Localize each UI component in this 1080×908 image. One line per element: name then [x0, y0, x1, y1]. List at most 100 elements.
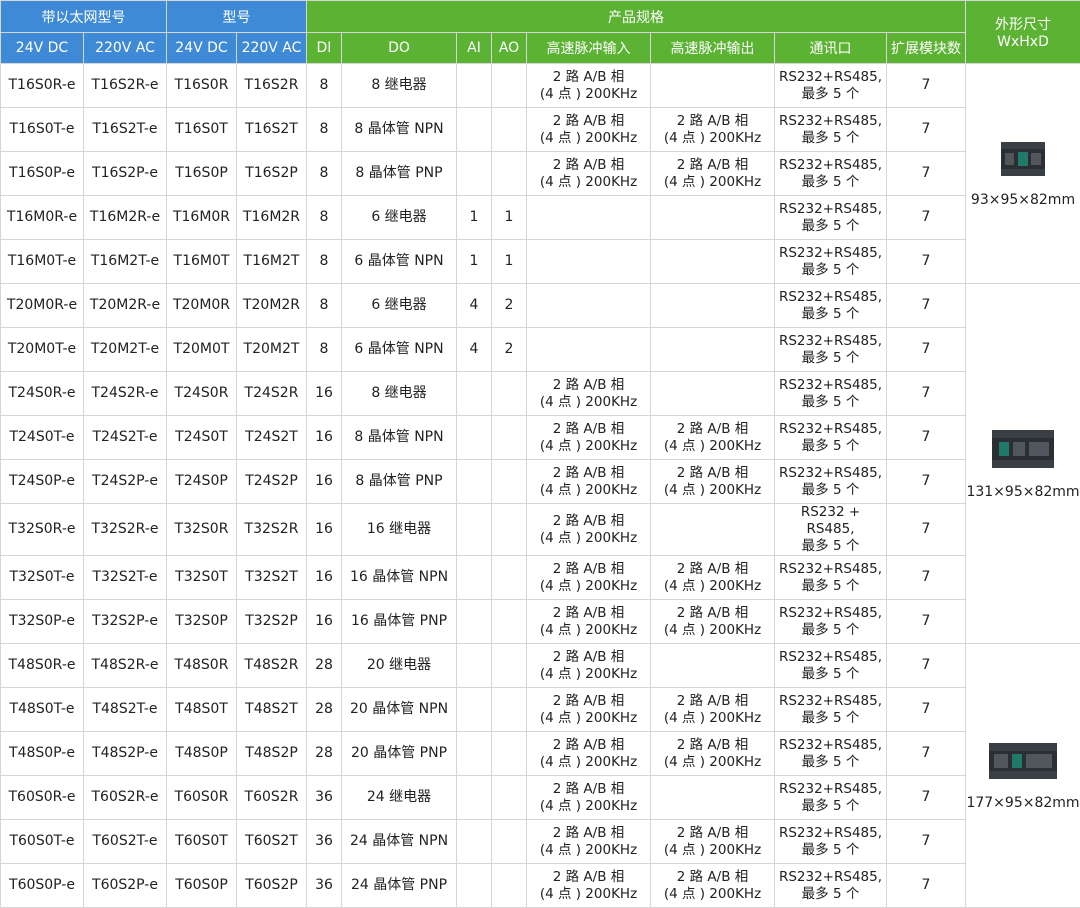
cell-hs-out — [651, 240, 775, 284]
table-row: T24S0T-eT24S2T-eT24S0TT24S2T168 晶体管 NPN2… — [1, 416, 1080, 460]
cell-hs-out: 2 路 A/B 相(4 点 ) 200KHz — [651, 556, 775, 600]
cell-hs-in-line1: 2 路 A/B 相 — [527, 465, 650, 482]
cell-hs-in: 2 路 A/B 相(4 点 ) 200KHz — [527, 556, 651, 600]
cell-di: 36 — [307, 864, 342, 908]
cell-hs-in: 2 路 A/B 相(4 点 ) 200KHz — [527, 776, 651, 820]
cell-hs-in-line2: (4 点 ) 200KHz — [527, 666, 650, 683]
cell-eth-24v: T32S0P-e — [1, 600, 84, 644]
cell-do: 16 晶体管 PNP — [342, 600, 457, 644]
cell-ai — [457, 556, 492, 600]
cell-ai — [457, 504, 492, 556]
cell-comm-line1: RS232+RS485, — [775, 649, 886, 666]
cell-hs-in-line1: 2 路 A/B 相 — [527, 605, 650, 622]
cell-eth-24v: T48S0R-e — [1, 644, 84, 688]
cell-comm-line1: RS232+RS485, — [775, 377, 886, 394]
cell-model-24v: T24S0R — [167, 372, 237, 416]
cell-model-220v: T16S2T — [237, 108, 307, 152]
cell-ao — [492, 600, 527, 644]
cell-di: 28 — [307, 644, 342, 688]
header-model-24v: 24V DC — [167, 33, 237, 64]
plc-spec-table: 带以太网型号 型号 产品规格 外形尺寸 WxHxD 24V DC 220V AC… — [0, 0, 1080, 908]
cell-eth-220v: T16S2R-e — [84, 64, 167, 108]
cell-eth-220v: T16M2R-e — [84, 196, 167, 240]
cell-ao: 2 — [492, 328, 527, 372]
cell-ext: 7 — [887, 776, 966, 820]
cell-ext: 7 — [887, 820, 966, 864]
cell-hs-in-line1: 2 路 A/B 相 — [527, 113, 650, 130]
cell-hs-in: 2 路 A/B 相(4 点 ) 200KHz — [527, 504, 651, 556]
cell-model-24v: T24S0P — [167, 460, 237, 504]
cell-hs-in-line1: 2 路 A/B 相 — [527, 513, 650, 530]
cell-ao — [492, 864, 527, 908]
cell-model-24v: T32S0R — [167, 504, 237, 556]
cell-comm: RS232+RS485,最多 5 个 — [775, 64, 887, 108]
cell-ao: 2 — [492, 284, 527, 328]
cell-hs-in-line2: (4 点 ) 200KHz — [527, 394, 650, 411]
cell-comm-line2: 最多 5 个 — [775, 350, 886, 367]
cell-ao — [492, 64, 527, 108]
header-hs-in: 高速脉冲输入 — [527, 33, 651, 64]
cell-comm-line2: 最多 5 个 — [775, 394, 886, 411]
cell-eth-220v: T60S2T-e — [84, 820, 167, 864]
cell-do: 8 晶体管 NPN — [342, 416, 457, 460]
cell-hs-out: 2 路 A/B 相(4 点 ) 200KHz — [651, 152, 775, 196]
cell-eth-220v: T60S2P-e — [84, 864, 167, 908]
cell-model-220v: T32S2T — [237, 556, 307, 600]
cell-di: 16 — [307, 556, 342, 600]
cell-ao — [492, 732, 527, 776]
cell-di: 8 — [307, 196, 342, 240]
cell-hs-out-line2: (4 点 ) 200KHz — [651, 578, 774, 595]
cell-hs-out — [651, 64, 775, 108]
plc-medium-icon — [991, 426, 1055, 472]
cell-ai — [457, 776, 492, 820]
cell-eth-24v: T24S0T-e — [1, 416, 84, 460]
cell-hs-in: 2 路 A/B 相(4 点 ) 200KHz — [527, 820, 651, 864]
cell-hs-out — [651, 644, 775, 688]
header-model-220v: 220V AC — [237, 33, 307, 64]
cell-ext: 7 — [887, 504, 966, 556]
cell-ao — [492, 556, 527, 600]
table-row: T48S0P-eT48S2P-eT48S0PT48S2P2820 晶体管 PNP… — [1, 732, 1080, 776]
cell-hs-in: 2 路 A/B 相(4 点 ) 200KHz — [527, 372, 651, 416]
cell-eth-220v: T24S2T-e — [84, 416, 167, 460]
cell-hs-out-line1: 2 路 A/B 相 — [651, 737, 774, 754]
table-row: T24S0P-eT24S2P-eT24S0PT24S2P168 晶体管 PNP2… — [1, 460, 1080, 504]
cell-model-24v: T60S0T — [167, 820, 237, 864]
table-row: T20M0R-eT20M2R-eT20M0RT20M2R86 继电器42RS23… — [1, 284, 1080, 328]
header-do: DO — [342, 33, 457, 64]
cell-do: 20 晶体管 NPN — [342, 688, 457, 732]
cell-model-24v: T20M0R — [167, 284, 237, 328]
cell-hs-in: 2 路 A/B 相(4 点 ) 200KHz — [527, 644, 651, 688]
header-dims-title: 外形尺寸 — [966, 14, 1080, 34]
cell-hs-out-line1: 2 路 A/B 相 — [651, 825, 774, 842]
cell-eth-220v: T32S2P-e — [84, 600, 167, 644]
cell-ai — [457, 64, 492, 108]
cell-di: 8 — [307, 284, 342, 328]
cell-comm: RS232+RS485,最多 5 个 — [775, 864, 887, 908]
cell-model-220v: T48S2T — [237, 688, 307, 732]
cell-comm-line2: 最多 5 个 — [775, 130, 886, 147]
cell-comm: RS232+RS485,最多 5 个 — [775, 152, 887, 196]
table-row: T48S0T-eT48S2T-eT48S0TT48S2T2820 晶体管 NPN… — [1, 688, 1080, 732]
cell-comm-line1: RS232+RS485, — [775, 421, 886, 438]
cell-model-24v: T16S0R — [167, 64, 237, 108]
cell-hs-in-line2: (4 点 ) 200KHz — [527, 710, 650, 727]
cell-comm-line1: RS232+RS485, — [775, 605, 886, 622]
cell-comm-line1: RS232+RS485, — [775, 113, 886, 130]
cell-eth-24v: T20M0R-e — [1, 284, 84, 328]
header-dims-sub: WxHxD — [966, 34, 1080, 50]
cell-di: 8 — [307, 328, 342, 372]
cell-ext: 7 — [887, 196, 966, 240]
cell-comm-line1: RS232+RS485, — [775, 693, 886, 710]
cell-do: 6 晶体管 NPN — [342, 328, 457, 372]
cell-di: 16 — [307, 504, 342, 556]
cell-hs-in-line1: 2 路 A/B 相 — [527, 869, 650, 886]
cell-do: 20 晶体管 PNP — [342, 732, 457, 776]
cell-ai: 1 — [457, 196, 492, 240]
cell-comm-line2: 最多 5 个 — [775, 306, 886, 323]
table-row: T16M0T-eT16M2T-eT16M0TT16M2T86 晶体管 NPN11… — [1, 240, 1080, 284]
cell-comm-line2: 最多 5 个 — [775, 886, 886, 903]
table-row: T32S0T-eT32S2T-eT32S0TT32S2T1616 晶体管 NPN… — [1, 556, 1080, 600]
cell-hs-out-line1: 2 路 A/B 相 — [651, 605, 774, 622]
cell-model-220v: T24S2T — [237, 416, 307, 460]
